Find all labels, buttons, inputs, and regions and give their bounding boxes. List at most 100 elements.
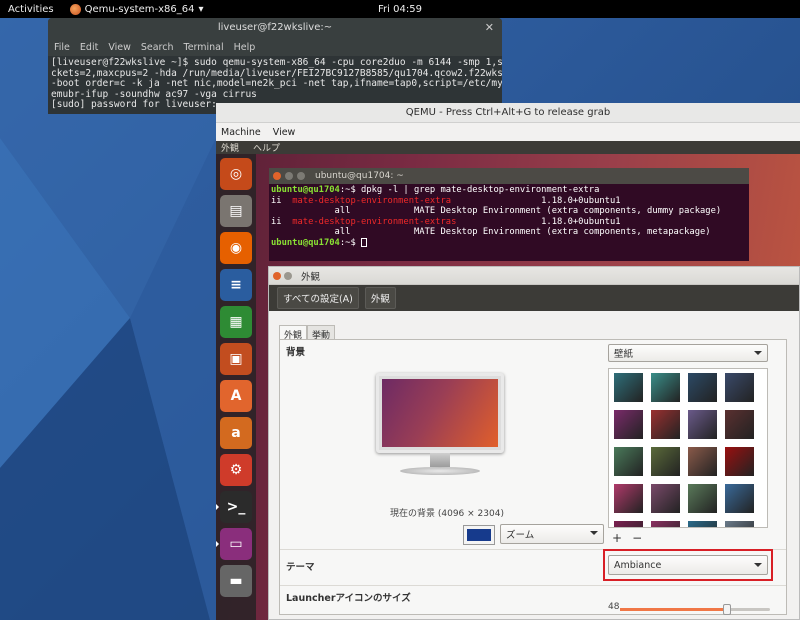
activities-button[interactable]: Activities: [8, 4, 54, 15]
wallpaper-thumbnail[interactable]: [725, 447, 754, 476]
wallpaper-thumbnail[interactable]: [651, 410, 680, 439]
menu-search[interactable]: Search: [141, 42, 174, 53]
wallpaper-thumbnail[interactable]: [614, 373, 643, 402]
qemu-menubar: Machine View: [216, 123, 800, 141]
close-icon[interactable]: [273, 172, 281, 180]
wallpaper-thumbnail[interactable]: [725, 373, 754, 402]
current-background-caption: 現在の背景 (4096 × 2304): [390, 509, 504, 519]
wallpaper-thumbnail[interactable]: [725, 484, 754, 513]
qemu-window[interactable]: QEMU - Press Ctrl+Alt+G to release grab …: [216, 103, 800, 620]
terminal-line: -boot order=c -k ja -net nic,model=ne2k_…: [51, 78, 502, 89]
add-wallpaper-button[interactable]: +: [612, 531, 622, 545]
command: :~$ dpkg -l | grep mate-desktop-environm…: [339, 185, 600, 195]
status-flag: ii: [271, 195, 293, 206]
wallpaper-thumbnail[interactable]: [651, 484, 680, 513]
appearance-title: 外観: [301, 271, 321, 283]
menu-view[interactable]: View: [273, 127, 296, 138]
qemu-icon: [69, 3, 81, 15]
minimize-icon[interactable]: [285, 172, 293, 180]
guest-menu-help[interactable]: ヘルプ: [253, 141, 280, 154]
wallpaper-thumbnail[interactable]: [688, 484, 717, 513]
wallpaper-thumbnail[interactable]: [651, 373, 680, 402]
status-flag: ii: [271, 216, 293, 227]
guest-screen[interactable]: 外観 ヘルプ ◎ ▤ ◉ ≡ ▦ ▣ Aa ⚙ >_ ▭ ▬ ubuntu@qu1704: ~ ub…: [216, 141, 800, 620]
wallpaper-thumbnail[interactable]: [614, 484, 643, 513]
chevron-down-icon: ▾: [198, 3, 204, 15]
slider-handle[interactable]: [723, 604, 731, 615]
slider-fill: [620, 608, 724, 611]
unity-launcher: ◎ ▤ ◉ ≡ ▦ ▣ Aa ⚙ >_ ▭ ▬: [216, 154, 256, 620]
menu-edit[interactable]: Edit: [80, 42, 98, 53]
package-name: mate-desktop-environment-extras: [292, 216, 457, 227]
wallpaper-thumbnail[interactable]: [614, 410, 643, 439]
software-center-icon[interactable]: A: [220, 380, 252, 412]
guest-terminal-title: ubuntu@qu1704: ~: [315, 171, 404, 181]
wallpaper-thumbnail[interactable]: [614, 447, 643, 476]
launcher-icon-size-value: 48: [608, 602, 620, 612]
package-description: all MATE Desktop Environment (extra comp…: [271, 206, 722, 217]
breadcrumb-appearance[interactable]: 外観: [364, 287, 396, 309]
guest-terminal-output[interactable]: ubuntu@qu1704 :~$ dpkg -l | grep mate-des…: [269, 184, 749, 250]
appearance-panel: 背景 現在の背景 (4096 × 2304) ズーム 壁紙 + − テーマ Am…: [279, 339, 787, 615]
wallpaper-thumbnail[interactable]: [725, 410, 754, 439]
minimize-icon[interactable]: [284, 271, 292, 280]
wallpaper-thumbnail[interactable]: [688, 447, 717, 476]
wallpaper-thumbnail[interactable]: [651, 447, 680, 476]
all-settings-button[interactable]: すべての設定(A): [277, 287, 359, 309]
close-icon[interactable]: [273, 271, 281, 280]
prompt: ubuntu@qu1704: [271, 237, 340, 248]
drive-icon[interactable]: ▬: [220, 565, 252, 597]
chevron-down-icon: [754, 351, 762, 355]
menu-terminal[interactable]: Terminal: [184, 42, 224, 53]
system-settings-icon[interactable]: ⚙: [220, 454, 252, 486]
guest-menu-appearance[interactable]: 外観: [221, 141, 239, 154]
package-description: all MATE Desktop Environment (extra comp…: [271, 227, 711, 238]
libreoffice-calc-icon[interactable]: ▦: [220, 306, 252, 338]
remove-wallpaper-button[interactable]: −: [632, 531, 642, 545]
menu-view[interactable]: View: [108, 42, 131, 53]
divider: [280, 585, 786, 586]
wallpaper-thumbnail[interactable]: [688, 410, 717, 439]
wallpaper-thumbnail[interactable]: [688, 521, 717, 527]
launcher-icon-size-label: Launcherアイコンのサイズ: [286, 593, 411, 604]
maximize-icon[interactable]: [297, 172, 305, 180]
menu-machine[interactable]: Machine: [221, 127, 261, 138]
appearance-titlebar[interactable]: 外観: [269, 267, 799, 285]
libreoffice-writer-icon[interactable]: ≡: [220, 269, 252, 301]
wallpaper-thumbnail[interactable]: [688, 373, 717, 402]
wallpaper-thumbnail[interactable]: [725, 521, 754, 527]
libreoffice-impress-icon[interactable]: ▣: [220, 343, 252, 375]
qemu-title[interactable]: QEMU - Press Ctrl+Alt+G to release grab: [216, 103, 800, 123]
ubuntu-dash-icon[interactable]: ◎: [220, 158, 252, 190]
app-menu[interactable]: Qemu-system-x86_64 ▾: [69, 3, 204, 15]
package-version: 1.18.0+0ubuntu1: [451, 195, 621, 206]
wallpaper-thumbnail[interactable]: [651, 521, 680, 527]
launcher-icon-size-slider[interactable]: [620, 604, 770, 615]
wallpaper-thumbnail[interactable]: [614, 521, 643, 527]
firefox-icon[interactable]: ◉: [220, 232, 252, 264]
color-swatch: [467, 529, 491, 541]
background-label: 背景: [286, 347, 306, 358]
terminal-line: [liveuser@f22wkslive ~]$ sudo qemu-syste…: [51, 57, 502, 68]
wallpaper-source-select[interactable]: 壁紙: [608, 344, 768, 362]
wallpaper-grid[interactable]: [608, 368, 768, 528]
guest-terminal-titlebar[interactable]: ubuntu@qu1704: ~: [269, 168, 749, 184]
zoom-mode-select[interactable]: ズーム: [500, 524, 604, 544]
host-terminal-window[interactable]: liveuser@f22wkslive:~ ✕ File Edit View S…: [48, 18, 502, 114]
menu-help[interactable]: Help: [234, 42, 256, 53]
prompt-suffix: :~$: [339, 237, 362, 248]
wallpaper-grid-buttons: + −: [612, 531, 642, 545]
appearance-window[interactable]: 外観 すべての設定(A) 外観 外観 挙動 背景 現在の背景 (4096 × 2…: [268, 266, 800, 620]
host-terminal-titlebar[interactable]: liveuser@f22wkslive:~ ✕: [48, 18, 502, 38]
terminal-line: ckets=2,maxcpus=2 -hda /run/media/liveus…: [51, 67, 502, 79]
menu-file[interactable]: File: [54, 42, 70, 53]
app-menu-label: Qemu-system-x86_64: [84, 3, 195, 15]
guest-terminal-window[interactable]: ubuntu@qu1704: ~ ubuntu@qu1704 :~$ dpkg -…: [269, 168, 749, 261]
files-icon[interactable]: ▤: [220, 195, 252, 227]
background-color-button[interactable]: [463, 525, 495, 545]
close-icon[interactable]: ✕: [485, 18, 494, 38]
terminal-icon[interactable]: >_: [216, 491, 252, 523]
appearance-icon[interactable]: ▭: [216, 528, 252, 560]
theme-label: テーマ: [286, 562, 315, 573]
amazon-icon[interactable]: a: [220, 417, 252, 449]
